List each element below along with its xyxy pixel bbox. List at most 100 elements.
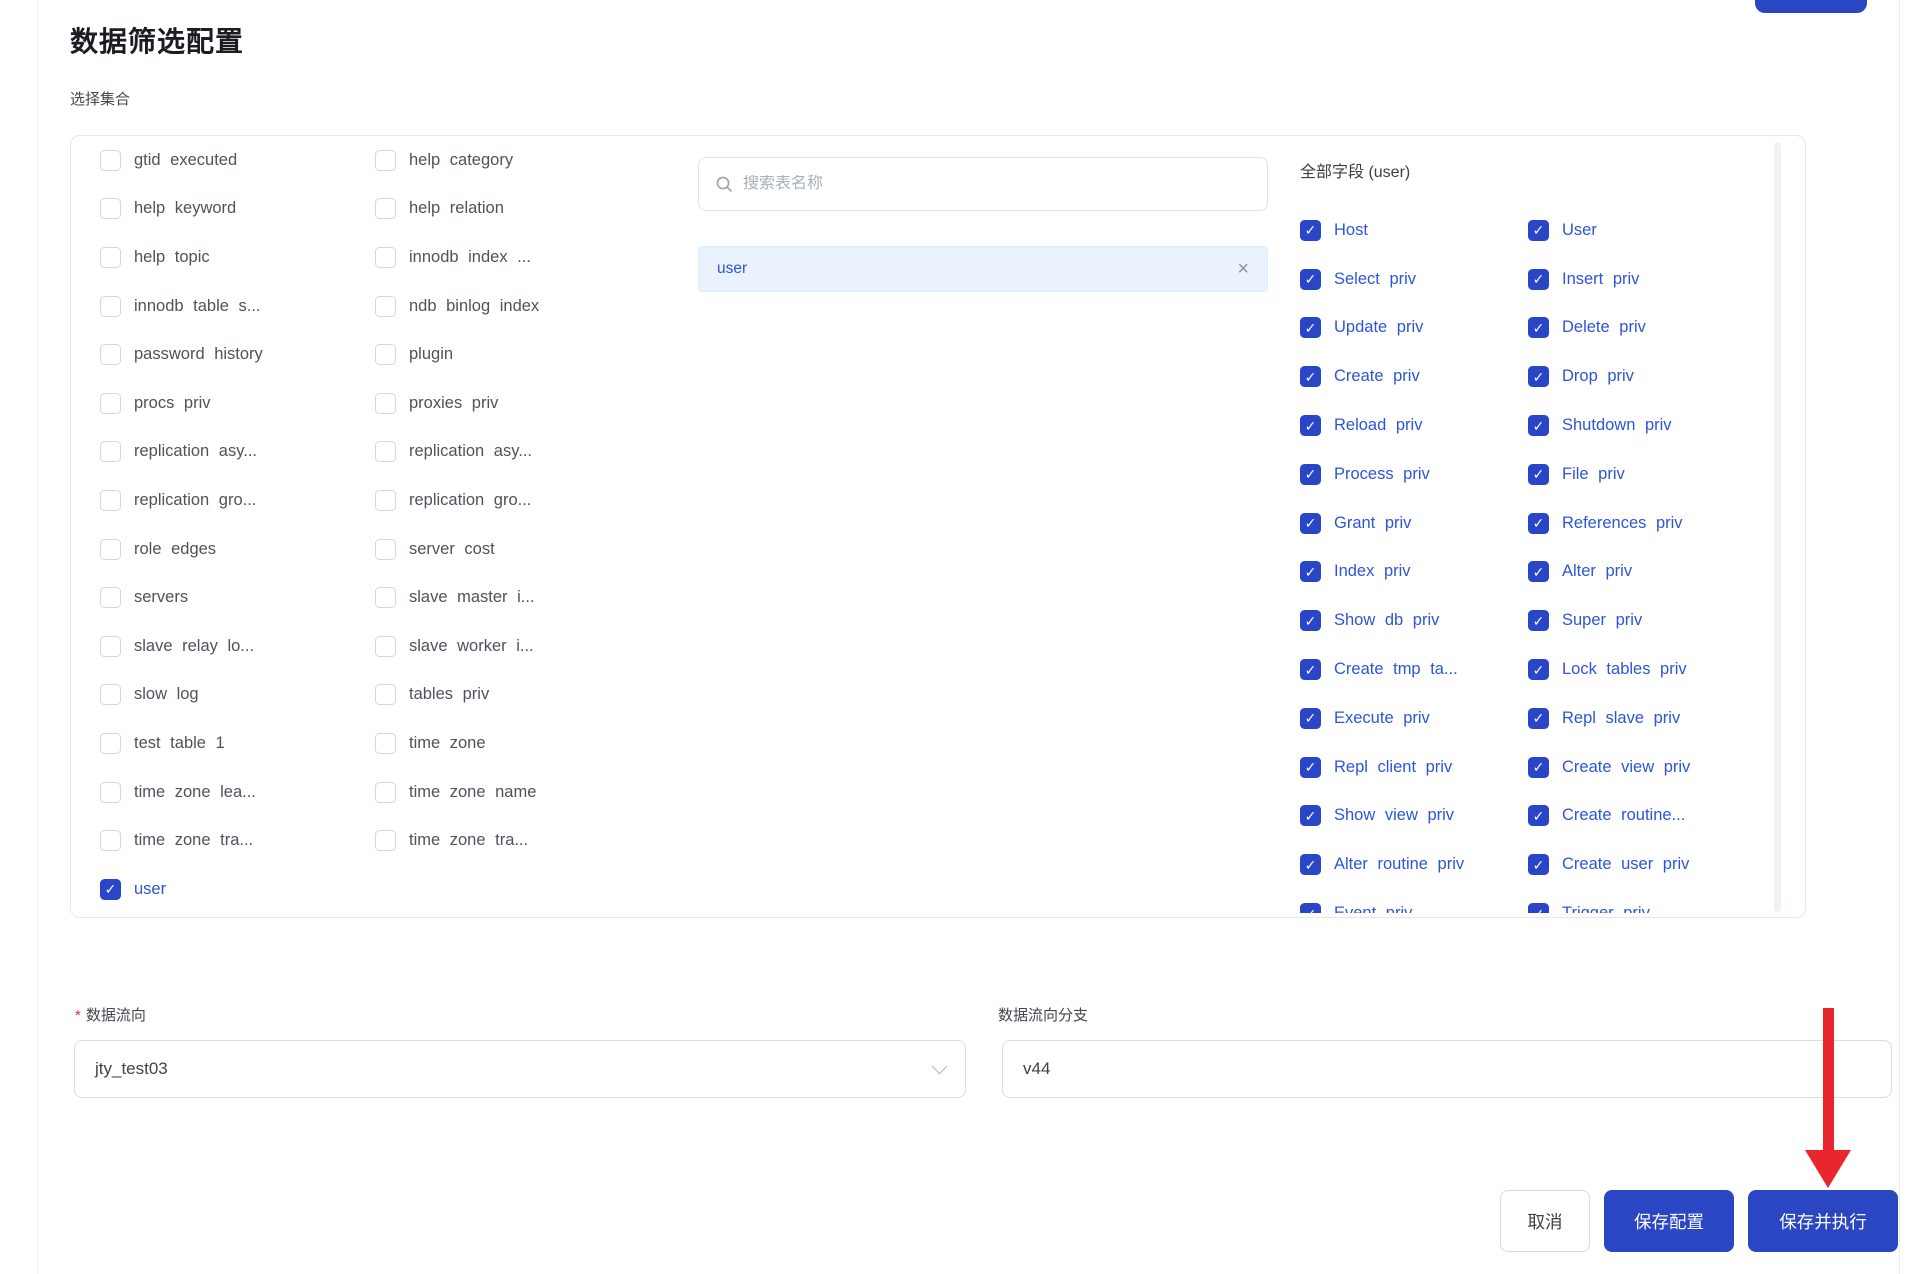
checkbox-row[interactable]: gtid executed: [100, 136, 263, 185]
checkbox-row[interactable]: tables priv: [375, 671, 539, 720]
checkbox-checked[interactable]: ✓: [1528, 269, 1549, 290]
checkbox-row[interactable]: role edges: [100, 525, 263, 574]
checkbox-unchecked[interactable]: [375, 247, 396, 268]
checkbox-row[interactable]: ✓Alter routine priv: [1300, 840, 1464, 889]
checkbox-unchecked[interactable]: [100, 247, 121, 268]
checkbox-unchecked[interactable]: [100, 441, 121, 462]
checkbox-checked[interactable]: ✓: [1528, 317, 1549, 338]
checkbox-checked[interactable]: ✓: [1300, 659, 1321, 680]
checkbox-checked[interactable]: ✓: [1300, 366, 1321, 387]
checkbox-row[interactable]: innodb index ...: [375, 233, 539, 282]
checkbox-row[interactable]: ✓Grant priv: [1300, 499, 1464, 548]
checkbox-row[interactable]: ✓Lock tables priv: [1528, 645, 1690, 694]
checkbox-row[interactable]: time zone name: [375, 768, 539, 817]
checkbox-checked[interactable]: ✓: [1528, 366, 1549, 387]
checkbox-row[interactable]: ✓Repl slave priv: [1528, 694, 1690, 743]
checkbox-row[interactable]: ✓Alter priv: [1528, 548, 1690, 597]
checkbox-checked[interactable]: ✓: [1300, 415, 1321, 436]
checkbox-checked[interactable]: ✓: [1528, 561, 1549, 582]
checkbox-row[interactable]: ✓Insert priv: [1528, 255, 1690, 304]
checkbox-row[interactable]: ✓Show view priv: [1300, 792, 1464, 841]
branch-input[interactable]: [1023, 1059, 1871, 1079]
checkbox-unchecked[interactable]: [375, 296, 396, 317]
checkbox-row[interactable]: help relation: [375, 185, 539, 234]
checkbox-row[interactable]: password history: [100, 330, 263, 379]
checkbox-checked[interactable]: ✓: [1300, 220, 1321, 241]
search-input[interactable]: [743, 175, 1251, 193]
checkbox-unchecked[interactable]: [100, 733, 121, 754]
checkbox-row[interactable]: ✓Show db priv: [1300, 596, 1464, 645]
checkbox-unchecked[interactable]: [375, 344, 396, 365]
checkbox-row[interactable]: plugin: [375, 330, 539, 379]
checkbox-unchecked[interactable]: [100, 587, 121, 608]
checkbox-row[interactable]: proxies priv: [375, 379, 539, 428]
checkbox-row[interactable]: innodb table s...: [100, 282, 263, 331]
checkbox-unchecked[interactable]: [375, 198, 396, 219]
checkbox-unchecked[interactable]: [100, 393, 121, 414]
checkbox-row[interactable]: replication gro...: [100, 476, 263, 525]
checkbox-row[interactable]: replication gro...: [375, 476, 539, 525]
checkbox-row[interactable]: ✓Select priv: [1300, 255, 1464, 304]
close-icon[interactable]: ×: [1237, 259, 1249, 279]
checkbox-row[interactable]: slave master i...: [375, 573, 539, 622]
checkbox-row[interactable]: ✓Trigger priv: [1528, 889, 1690, 913]
checkbox-checked[interactable]: ✓: [1528, 659, 1549, 680]
checkbox-checked[interactable]: ✓: [1300, 513, 1321, 534]
checkbox-row[interactable]: ✓File priv: [1528, 450, 1690, 499]
data-flow-select[interactable]: jty_test03: [74, 1040, 966, 1098]
checkbox-unchecked[interactable]: [100, 539, 121, 560]
checkbox-checked[interactable]: ✓: [1300, 708, 1321, 729]
checkbox-row[interactable]: ✓Super priv: [1528, 596, 1690, 645]
checkbox-row[interactable]: ✓Delete priv: [1528, 304, 1690, 353]
checkbox-row[interactable]: ✓Event priv: [1300, 889, 1464, 913]
checkbox-checked[interactable]: ✓: [1528, 903, 1549, 913]
checkbox-unchecked[interactable]: [100, 684, 121, 705]
checkbox-unchecked[interactable]: [100, 296, 121, 317]
checkbox-checked[interactable]: ✓: [1300, 610, 1321, 631]
checkbox-row[interactable]: time zone tra...: [100, 816, 263, 865]
checkbox-row[interactable]: servers: [100, 573, 263, 622]
selected-table-tag[interactable]: user ×: [698, 246, 1268, 292]
checkbox-row[interactable]: procs priv: [100, 379, 263, 428]
checkbox-checked[interactable]: ✓: [1528, 464, 1549, 485]
checkbox-row[interactable]: help keyword: [100, 185, 263, 234]
checkbox-row[interactable]: ✓Index priv: [1300, 548, 1464, 597]
checkbox-checked[interactable]: ✓: [1528, 805, 1549, 826]
checkbox-row[interactable]: ✓Create view priv: [1528, 743, 1690, 792]
checkbox-row[interactable]: ✓Update priv: [1300, 304, 1464, 353]
checkbox-checked[interactable]: ✓: [1528, 415, 1549, 436]
checkbox-unchecked[interactable]: [100, 150, 121, 171]
checkbox-checked[interactable]: ✓: [1528, 220, 1549, 241]
checkbox-row[interactable]: slave relay lo...: [100, 622, 263, 671]
checkbox-checked[interactable]: ✓: [1528, 757, 1549, 778]
save-config-button[interactable]: 保存配置: [1604, 1190, 1734, 1252]
checkbox-row[interactable]: ✓Host: [1300, 206, 1464, 255]
checkbox-row[interactable]: ✓Create routine...: [1528, 792, 1690, 841]
checkbox-row[interactable]: ✓Repl client priv: [1300, 743, 1464, 792]
checkbox-checked[interactable]: ✓: [100, 879, 121, 900]
checkbox-unchecked[interactable]: [375, 150, 396, 171]
checkbox-row[interactable]: replication asy...: [375, 428, 539, 477]
checkbox-unchecked[interactable]: [375, 636, 396, 657]
checkbox-row[interactable]: slave worker i...: [375, 622, 539, 671]
checkbox-checked[interactable]: ✓: [1300, 464, 1321, 485]
checkbox-row[interactable]: ndb binlog index: [375, 282, 539, 331]
checkbox-unchecked[interactable]: [375, 782, 396, 803]
checkbox-row[interactable]: ✓Create tmp ta...: [1300, 645, 1464, 694]
checkbox-row[interactable]: ✓Drop priv: [1528, 352, 1690, 401]
checkbox-row[interactable]: ✓Execute priv: [1300, 694, 1464, 743]
checkbox-unchecked[interactable]: [375, 539, 396, 560]
checkbox-row[interactable]: help topic: [100, 233, 263, 282]
checkbox-row[interactable]: time zone tra...: [375, 816, 539, 865]
checkbox-row[interactable]: ✓References priv: [1528, 499, 1690, 548]
checkbox-row[interactable]: time zone: [375, 719, 539, 768]
fields-scrollbar[interactable]: [1774, 142, 1781, 912]
checkbox-unchecked[interactable]: [375, 587, 396, 608]
top-right-partial-button[interactable]: [1755, 0, 1867, 13]
checkbox-unchecked[interactable]: [375, 393, 396, 414]
checkbox-row[interactable]: ✓Shutdown priv: [1528, 401, 1690, 450]
save-and-run-button[interactable]: 保存并执行: [1748, 1190, 1898, 1252]
checkbox-checked[interactable]: ✓: [1300, 805, 1321, 826]
checkbox-checked[interactable]: ✓: [1528, 610, 1549, 631]
checkbox-checked[interactable]: ✓: [1300, 561, 1321, 582]
